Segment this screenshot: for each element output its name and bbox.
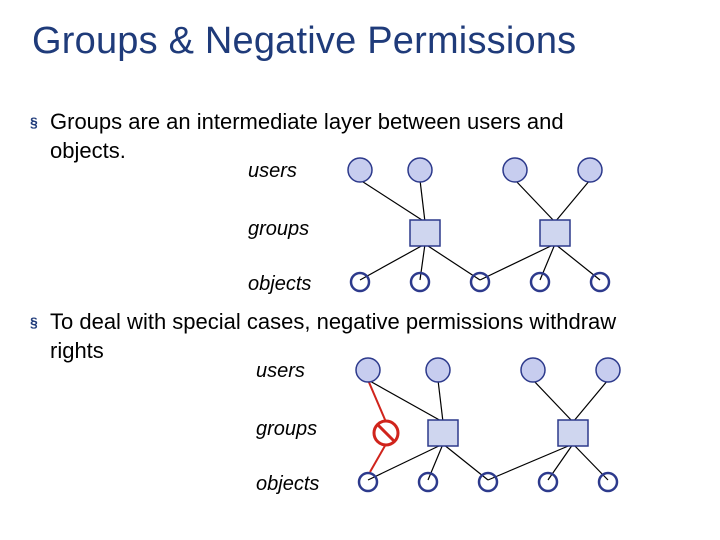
ban-icon	[374, 421, 398, 445]
d1-label-groups: groups	[248, 218, 309, 241]
bullet-icon: §	[30, 314, 38, 330]
d2-label-users: users	[256, 360, 305, 383]
d2-label-groups: groups	[256, 418, 317, 441]
diagram-1	[330, 150, 650, 300]
d1-label-users: users	[248, 160, 297, 183]
d2-label-objects: objects	[256, 473, 319, 496]
page-title: Groups & Negative Permissions	[32, 20, 576, 63]
bullet-icon: §	[30, 114, 38, 130]
diagram-2	[338, 350, 658, 510]
d1-label-objects: objects	[248, 273, 311, 296]
